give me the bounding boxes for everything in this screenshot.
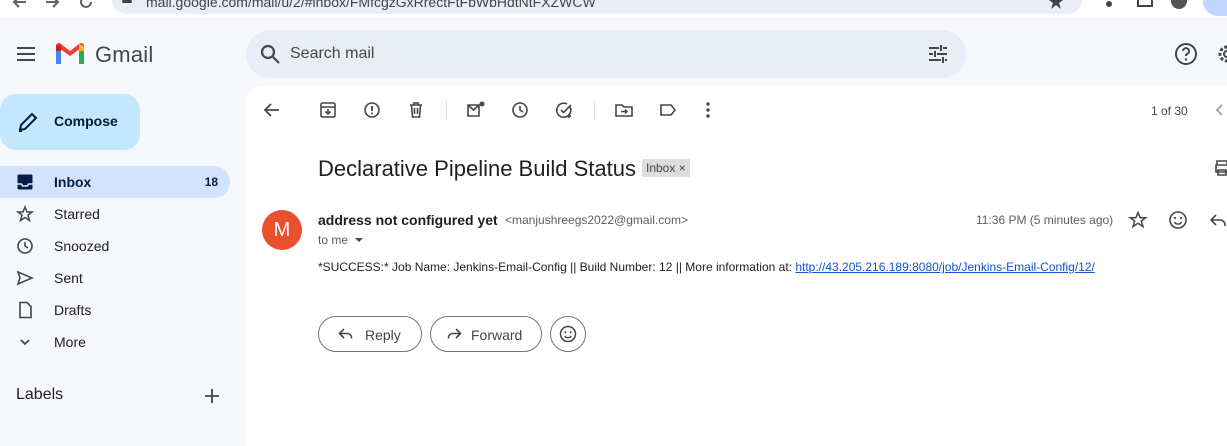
bookmark-star-icon[interactable] <box>1048 0 1064 10</box>
sender-name[interactable]: address not configured yet <box>318 212 498 228</box>
pencil-icon <box>16 110 40 134</box>
reply-label: Reply <box>365 327 401 343</box>
recipient-text: to me <box>318 233 349 247</box>
search-bar[interactable] <box>246 30 966 78</box>
gmail-logo-icon[interactable] <box>54 42 86 66</box>
help-icon[interactable] <box>1174 42 1198 66</box>
reply-icon[interactable] <box>1208 210 1227 230</box>
forward-button[interactable]: Forward <box>430 316 542 352</box>
profile-chip[interactable] <box>1203 0 1227 16</box>
emoji-reaction-button[interactable] <box>550 316 586 352</box>
sender-email: <manjushreegs2022@gmail.com> <box>505 213 688 227</box>
forward-arrow-icon <box>445 325 463 343</box>
label-icon[interactable] <box>658 100 678 120</box>
show-details-icon[interactable] <box>354 235 364 245</box>
move-to-icon[interactable] <box>614 100 634 120</box>
add-label-icon[interactable] <box>202 386 222 406</box>
sidebar-item-drafts[interactable]: Drafts <box>0 294 230 326</box>
snooze-icon[interactable] <box>510 100 530 120</box>
sidebar-item-starred[interactable]: Starred <box>0 198 230 230</box>
settings-gear-icon[interactable] <box>1215 42 1227 66</box>
draft-icon <box>16 301 34 319</box>
extension-icon[interactable] <box>1100 0 1118 10</box>
send-icon <box>16 269 34 287</box>
toolbar-divider <box>594 100 595 120</box>
labels-heading: Labels <box>16 386 64 403</box>
star-message-icon[interactable] <box>1128 210 1148 230</box>
sidebar-item-inbox[interactable]: Inbox 18 <box>0 166 230 198</box>
sidebar-item-label: Drafts <box>54 302 92 318</box>
email-body: *SUCCESS:* Job Name: Jenkins-Email-Confi… <box>318 260 1095 274</box>
search-icon[interactable] <box>258 42 282 66</box>
profile-avatar[interactable] <box>1170 0 1188 10</box>
compose-button[interactable]: Compose <box>0 94 140 150</box>
print-icon[interactable] <box>1212 158 1227 178</box>
build-link[interactable]: http://43.205.216.189:8080/job/Jenkins-E… <box>795 260 1095 274</box>
reply-arrow-icon <box>337 325 355 343</box>
sidebar-item-label: More <box>54 334 86 350</box>
newer-chevron-icon[interactable] <box>1212 102 1227 118</box>
email-timestamp: 11:36 PM (5 minutes ago) <box>976 213 1114 227</box>
sidebar-item-sent[interactable]: Sent <box>0 262 230 294</box>
sidebar-item-label: Starred <box>54 206 100 222</box>
url-text: mail.google.com/mail/u/2/#inbox/FMfcgzGx… <box>146 0 596 10</box>
email-body-text: *SUCCESS:* Job Name: Jenkins-Email-Confi… <box>318 260 796 274</box>
email-subject: Declarative Pipeline Build Status <box>318 156 636 181</box>
app-name: Gmail <box>95 42 154 67</box>
star-icon <box>16 205 34 223</box>
compose-label: Compose <box>54 113 118 129</box>
main-menu-icon[interactable] <box>14 42 38 66</box>
browser-reload-icon[interactable] <box>76 0 96 12</box>
mark-unread-icon[interactable] <box>466 100 486 120</box>
sidebar-item-more[interactable]: More <box>0 326 230 358</box>
forward-label: Forward <box>471 327 523 343</box>
more-options-icon[interactable] <box>698 100 718 120</box>
search-options-icon[interactable] <box>926 42 950 66</box>
side-panel-icon[interactable] <box>1136 0 1154 10</box>
back-icon[interactable] <box>262 100 282 120</box>
sidebar-item-label: Inbox <box>54 174 92 190</box>
browser-forward-icon[interactable] <box>42 0 62 12</box>
reply-button[interactable]: Reply <box>318 316 422 352</box>
inbox-label-chip[interactable]: Inbox × <box>642 159 690 177</box>
chevron-down-icon <box>16 333 34 351</box>
browser-chrome: mail.google.com/mail/u/2/#inbox/FMfcgzGx… <box>0 0 1227 17</box>
toolbar-divider <box>446 100 447 120</box>
sidebar-item-snoozed[interactable]: Snoozed <box>0 230 230 262</box>
pagination-text: 1 of 30 <box>1151 104 1188 118</box>
message-view: 1 of 30 Declarative Pipeline Build Statu… <box>246 86 1227 446</box>
delete-icon[interactable] <box>406 100 426 120</box>
add-to-tasks-icon[interactable] <box>554 100 574 120</box>
avatar[interactable]: M <box>262 210 302 250</box>
add-reaction-icon[interactable] <box>1168 210 1188 230</box>
browser-back-icon[interactable] <box>10 0 30 12</box>
search-input[interactable] <box>290 30 890 78</box>
inbox-icon <box>16 173 34 191</box>
sidebar-item-label: Sent <box>54 270 83 286</box>
remove-label-icon[interactable]: × <box>679 161 686 175</box>
sidebar-item-label: Snoozed <box>54 238 110 254</box>
emoji-icon <box>559 325 577 343</box>
clock-icon <box>16 237 34 255</box>
archive-icon[interactable] <box>318 100 338 120</box>
chip-label: Inbox <box>646 161 676 175</box>
site-info-icon[interactable] <box>120 0 134 12</box>
unread-count: 18 <box>204 175 218 189</box>
address-bar[interactable]: mail.google.com/mail/u/2/#inbox/FMfcgzGx… <box>112 0 1082 14</box>
report-spam-icon[interactable] <box>362 100 382 120</box>
